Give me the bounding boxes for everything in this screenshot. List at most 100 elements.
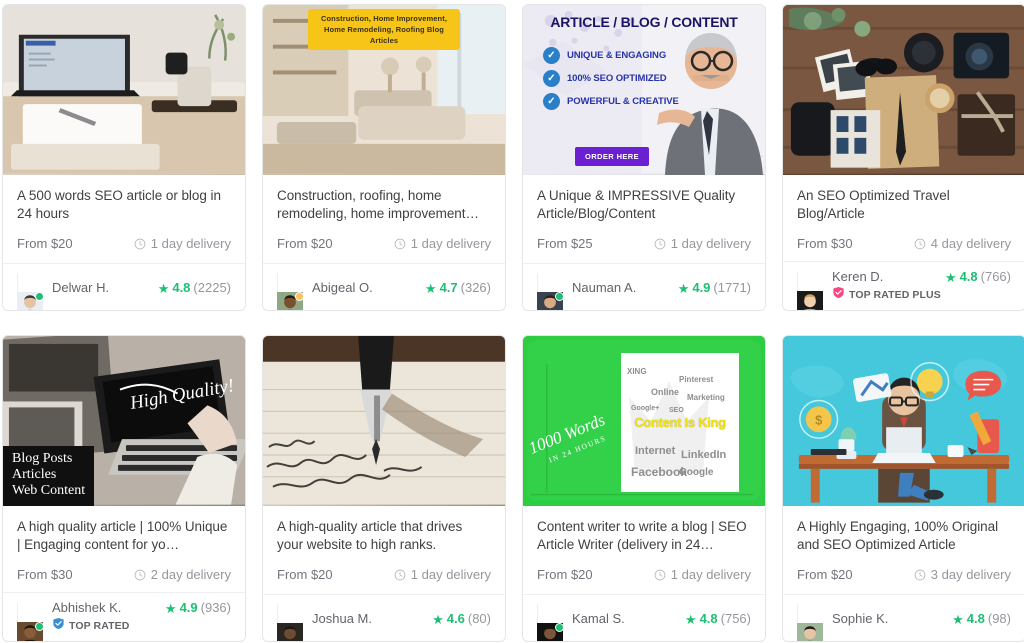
seller-top-row: Kamal S. ★ 4.8 (756) xyxy=(572,611,751,626)
gig-seller-row[interactable]: Keren D. ★ 4.8 (766) TOP RATED PLUS xyxy=(783,261,1024,310)
word-cloud-item: LinkedIn xyxy=(681,449,727,461)
word-cloud-item: Marketing xyxy=(687,393,725,402)
thumbnail-overlay-caption: Blog Posts Articles Web Content xyxy=(3,446,95,506)
gig-seller-row[interactable]: Sophie K. ★ 4.8 (98) xyxy=(783,594,1024,641)
gig-price: From $25 xyxy=(537,236,593,251)
gig-card-body: An SEO Optimized Travel Blog/Article From… xyxy=(783,175,1024,261)
gig-title[interactable]: A high quality article | 100% Unique | E… xyxy=(17,518,231,554)
gig-title[interactable]: An SEO Optimized Travel Blog/Article xyxy=(797,187,1011,223)
avatar-sophie-k xyxy=(797,604,823,641)
word-cloud-item: Internet xyxy=(635,445,676,457)
gig-title[interactable]: Content writer to write a blog | SEO Art… xyxy=(537,518,751,554)
gig-thumbnail-fountain-pen[interactable] xyxy=(263,336,505,506)
seller-badge-label: TOP RATED xyxy=(69,619,130,632)
promo-order-button[interactable]: ORDER HERE xyxy=(575,147,650,166)
gig-seller-row[interactable]: Joshua M. ★ 4.6 (80) xyxy=(263,594,505,641)
seller-status-dot xyxy=(35,622,44,631)
gig-seller-row[interactable]: Abigeal O. ★ 4.7 (326) xyxy=(263,263,505,310)
rating-count: (756) xyxy=(720,610,751,626)
gig-delivery-label: 2 day delivery xyxy=(150,567,231,582)
avatar[interactable] xyxy=(537,604,564,641)
gig-seller-row[interactable]: Delwar H. ★ 4.8 (2225) xyxy=(3,263,245,310)
gig-rating: ★ 4.8 (2225) xyxy=(158,280,231,295)
flat-desk-illustration: $ xyxy=(783,336,1024,505)
content-is-king-headline: Content Is King xyxy=(634,415,726,430)
gig-meta-row: From $20 1 day delivery xyxy=(537,567,751,582)
rating-value: 4.8 xyxy=(966,610,985,626)
gig-meta-row: From $30 2 day delivery xyxy=(17,567,231,582)
seller-info: Abigeal O. ★ 4.7 (326) xyxy=(312,280,491,295)
rating-value: 4.9 xyxy=(179,599,198,615)
seller-badge: TOP RATED xyxy=(52,617,231,635)
laptop-desk-photo xyxy=(3,5,245,174)
seller-top-row: Keren D. ★ 4.8 (766) xyxy=(832,269,1011,284)
rating-count: (1771) xyxy=(713,279,751,295)
gig-thumbnail-content-is-king[interactable]: XING Pinterest Online Marketing Google+ SEO In… xyxy=(523,336,765,506)
gig-card-body: A high-quality article that drives your … xyxy=(263,506,505,594)
gig-thumbnail-blog-posts-laptop[interactable]: High Quality! Blog Posts Articles Web Conte… xyxy=(3,336,245,506)
gig-rating: ★ 4.8 (766) xyxy=(945,269,1011,284)
overlay-line: Articles xyxy=(12,467,57,482)
clock-icon xyxy=(654,238,666,249)
gig-title[interactable]: A Unique & IMPRESSIVE Quality Article/Bl… xyxy=(537,187,751,223)
gig-seller-row[interactable]: Kamal S. ★ 4.8 (756) xyxy=(523,594,765,641)
word-cloud-item: Online xyxy=(651,387,680,397)
gig-card[interactable]: $ A Highly Engaging, 100% Original and SE… xyxy=(782,335,1024,642)
avatar[interactable] xyxy=(17,273,44,310)
avatar[interactable] xyxy=(797,272,823,310)
gig-thumbnail-article-blog-content-promo[interactable]: ARTICLE / BLOG / CONTENT ✓ UNIQUE & ENGAGI… xyxy=(523,5,765,175)
gig-card[interactable]: High Quality! Blog Posts Articles Web Conte… xyxy=(2,335,246,642)
avatar[interactable] xyxy=(277,273,304,310)
seller-name[interactable]: Joshua M. xyxy=(312,611,372,626)
check-icon: ✓ xyxy=(543,70,560,87)
avatar[interactable] xyxy=(277,604,303,641)
gig-card[interactable]: A 500 words SEO article or blog in 24 ho… xyxy=(2,4,246,311)
clock-icon xyxy=(134,238,146,249)
seller-top-row: Delwar H. ★ 4.8 (2225) xyxy=(52,280,231,295)
seller-info: Keren D. ★ 4.8 (766) TOP RATED PLUS xyxy=(832,269,1011,304)
seller-top-row: Joshua M. ★ 4.6 (80) xyxy=(312,611,491,626)
gig-title[interactable]: A high-quality article that drives your … xyxy=(277,518,491,554)
seller-name[interactable]: Nauman A. xyxy=(572,280,636,295)
star-icon: ★ xyxy=(424,280,437,296)
gig-card[interactable]: An SEO Optimized Travel Blog/Article From… xyxy=(782,4,1024,311)
gig-delivery-label: 3 day delivery xyxy=(930,567,1011,582)
gig-price: From $30 xyxy=(17,567,73,582)
gig-title[interactable]: A Highly Engaging, 100% Original and SEO… xyxy=(797,518,1011,554)
seller-name[interactable]: Sophie K. xyxy=(832,611,888,626)
rating-count: (326) xyxy=(460,279,491,295)
gig-seller-row[interactable]: Abhishek K. ★ 4.9 (936) TOP RATED xyxy=(3,592,245,641)
gig-card[interactable]: XING Pinterest Online Marketing Google+ SEO In… xyxy=(522,335,766,642)
gig-meta-row: From $20 1 day delivery xyxy=(277,236,491,251)
gig-price: From $20 xyxy=(537,567,593,582)
gig-title[interactable]: A 500 words SEO article or blog in 24 ho… xyxy=(17,187,231,223)
gig-meta-row: From $20 1 day delivery xyxy=(17,236,231,251)
seller-status-dot xyxy=(555,623,564,632)
gig-thumbnail-travel-flatlay[interactable] xyxy=(783,5,1024,175)
seller-status-dot xyxy=(35,292,44,301)
gig-price: From $30 xyxy=(797,236,853,251)
seller-name[interactable]: Keren D. xyxy=(832,269,883,284)
gig-price: From $20 xyxy=(17,236,73,251)
clock-icon xyxy=(914,238,926,249)
seller-name[interactable]: Kamal S. xyxy=(572,611,625,626)
gig-seller-row[interactable]: Nauman A. ★ 4.9 (1771) xyxy=(523,263,765,310)
gig-rating: ★ 4.8 (98) xyxy=(952,611,1011,626)
gig-delivery-label: 4 day delivery xyxy=(930,236,1011,251)
gig-title[interactable]: Construction, roofing, home remodeling, … xyxy=(277,187,491,223)
gig-thumbnail-laptop-desk[interactable] xyxy=(3,5,245,175)
gig-card[interactable]: Construction, Home Improvement, Home Rem… xyxy=(262,4,506,311)
gig-thumbnail-home-interior[interactable]: Construction, Home Improvement, Home Rem… xyxy=(263,5,505,175)
avatar[interactable] xyxy=(537,273,564,310)
gig-rating: ★ 4.8 (756) xyxy=(685,611,751,626)
avatar[interactable] xyxy=(17,603,44,641)
avatar[interactable] xyxy=(797,604,823,641)
seller-info: Sophie K. ★ 4.8 (98) xyxy=(832,611,1011,626)
seller-name[interactable]: Abigeal O. xyxy=(312,280,373,295)
seller-name[interactable]: Delwar H. xyxy=(52,280,109,295)
seller-name[interactable]: Abhishek K. xyxy=(52,600,121,615)
gig-card[interactable]: A high-quality article that drives your … xyxy=(262,335,506,642)
gig-card[interactable]: ARTICLE / BLOG / CONTENT ✓ UNIQUE & ENGAGI… xyxy=(522,4,766,311)
gig-thumbnail-flat-illustration-desk[interactable]: $ xyxy=(783,336,1024,506)
seller-status-dot xyxy=(555,292,564,301)
